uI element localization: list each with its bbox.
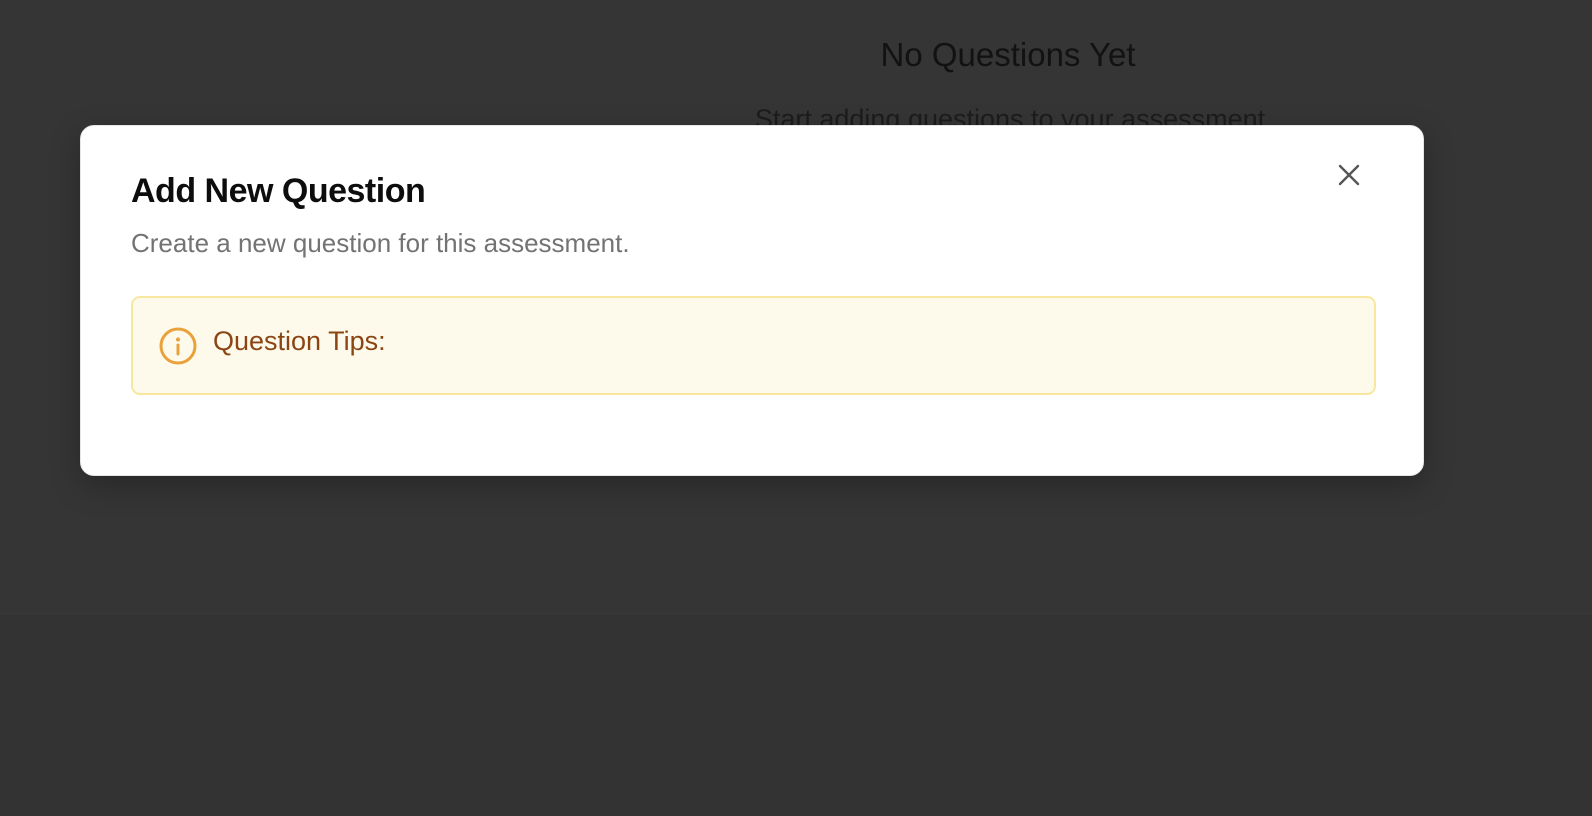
info-icon	[159, 327, 197, 365]
dialog-description: Create a new question for this assessmen…	[131, 228, 630, 258]
page: No Questions Yet Start adding questions …	[0, 0, 1592, 816]
page-footer-area	[0, 614, 1592, 816]
empty-state-title: No Questions Yet	[880, 36, 1136, 73]
close-button[interactable]	[1329, 155, 1369, 195]
tips-title: Question Tips:	[213, 326, 386, 356]
dialog-title: Add New Question	[131, 172, 426, 210]
add-question-dialog: Add New Question Create a new question f…	[80, 125, 1424, 476]
close-icon	[1338, 164, 1360, 186]
question-tips-callout: Question Tips:	[131, 296, 1376, 395]
